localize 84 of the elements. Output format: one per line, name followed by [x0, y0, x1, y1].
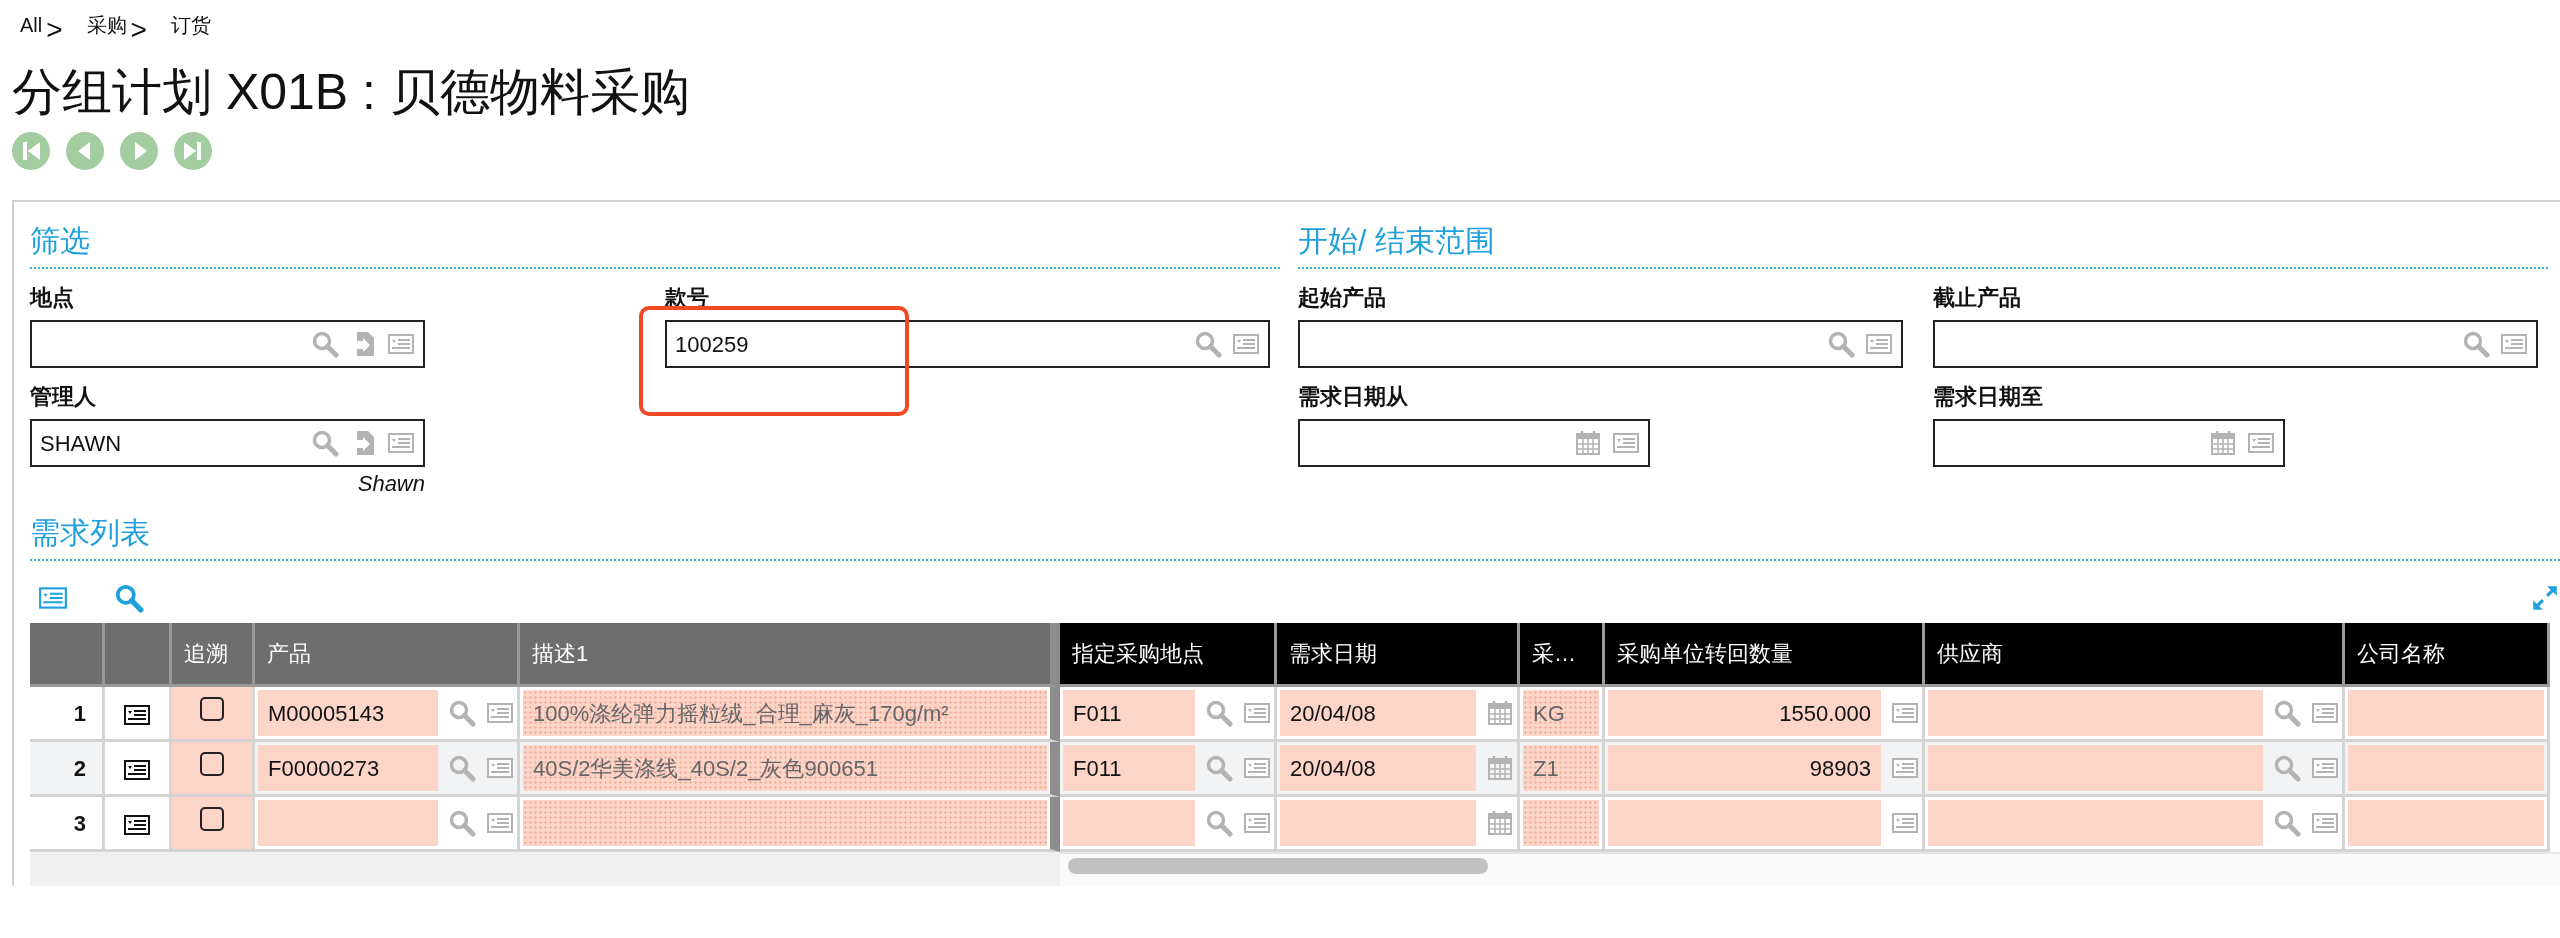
input-field[interactable] — [1933, 320, 2538, 368]
column-header[interactable]: 需求日期 — [1277, 623, 1520, 687]
column-header[interactable]: 描述1 — [520, 623, 1060, 687]
column-header[interactable]: 指定采购地点 — [1060, 623, 1277, 687]
breadcrumb-link[interactable]: 订货 — [170, 10, 211, 40]
input-field[interactable] — [2348, 745, 2544, 791]
section-heading: 需求列表 — [30, 510, 2560, 561]
page-title: 分组计划 X01B : 贝德物料采购 — [12, 63, 691, 122]
field-label: 需求日期至 — [1933, 383, 2044, 411]
column-header[interactable]: 采购单位转回数量 — [1605, 623, 1925, 687]
readonly-field: KG — [1523, 690, 1599, 736]
readonly-field: 40S/2华美涤线_40S/2_灰色900651 — [523, 745, 1047, 791]
search-icon[interactable] — [311, 429, 339, 457]
column-header[interactable]: 供应商 — [1925, 623, 2345, 687]
search-icon[interactable] — [311, 330, 339, 358]
section-heading: 筛选 — [30, 218, 1280, 269]
column-header[interactable]: 追溯 — [172, 623, 255, 687]
input-field[interactable] — [1933, 419, 2285, 467]
search-icon[interactable] — [448, 699, 476, 727]
input-field[interactable] — [1928, 800, 2263, 846]
search-icon[interactable] — [2273, 754, 2301, 782]
input-field[interactable]: 20/04/08 — [1280, 690, 1476, 736]
search-icon[interactable] — [1205, 699, 1233, 727]
section-heading: 开始/ 结束范围 — [1298, 218, 2548, 269]
input-field[interactable] — [1928, 690, 2263, 736]
calendar-icon[interactable] — [1574, 429, 1602, 457]
calendar-icon[interactable] — [1486, 809, 1514, 837]
input-field[interactable] — [258, 800, 438, 846]
readonly-field: Z1 — [1523, 745, 1599, 791]
input-field[interactable] — [2348, 800, 2544, 846]
input-field[interactable] — [1928, 745, 2263, 791]
search-icon[interactable] — [1827, 330, 1855, 358]
field-label: 需求日期从 — [1298, 383, 1409, 411]
search-icon[interactable] — [2273, 699, 2301, 727]
calendar-icon[interactable] — [1486, 699, 1514, 727]
search-icon[interactable] — [2462, 330, 2490, 358]
input-field[interactable]: F00000273 — [258, 745, 438, 791]
expand-icon[interactable] — [2530, 583, 2560, 613]
input-field[interactable]: F011 — [1063, 690, 1195, 736]
first-record-button[interactable] — [12, 132, 50, 170]
search-icon[interactable] — [114, 583, 144, 613]
search-icon[interactable] — [1205, 754, 1233, 782]
input-field[interactable]: 1550.000 — [1608, 690, 1881, 736]
breadcrumb-separator: > — [46, 20, 63, 40]
field-label: 管理人 — [30, 383, 97, 411]
checkbox[interactable] — [200, 696, 224, 721]
input-field[interactable] — [1298, 320, 1903, 368]
calendar-icon[interactable] — [2209, 429, 2237, 457]
column-header[interactable]: 公司名称 — [2345, 623, 2550, 687]
previous-record-button[interactable] — [66, 132, 104, 170]
next-record-button[interactable] — [120, 132, 158, 170]
scrollbar-thumb[interactable] — [1068, 858, 1488, 874]
input-field[interactable] — [1063, 800, 1195, 846]
input-field[interactable]: 100259 — [665, 320, 1270, 368]
input-field[interactable]: M00005143 — [258, 690, 438, 736]
field-label: 截止产品 — [1933, 284, 2022, 312]
column-header[interactable]: 采… — [1520, 623, 1605, 687]
readonly-field: 100%涤纶弹力摇粒绒_合理_麻灰_170g/m² — [523, 690, 1047, 736]
field-note: Shawn — [356, 470, 425, 498]
search-icon[interactable] — [448, 754, 476, 782]
checkbox[interactable] — [200, 806, 224, 831]
input-field[interactable] — [30, 320, 425, 368]
field-label: 起始产品 — [1298, 284, 1387, 312]
search-icon[interactable] — [2273, 809, 2301, 837]
column-header[interactable]: 产品 — [255, 623, 520, 687]
breadcrumb-link[interactable]: All — [20, 10, 43, 40]
input-field[interactable] — [1280, 800, 1476, 846]
checkbox[interactable] — [200, 751, 224, 776]
search-icon[interactable] — [448, 809, 476, 837]
input-field[interactable]: SHAWN — [30, 419, 425, 467]
search-icon[interactable] — [1194, 330, 1222, 358]
row-number: 2 — [30, 742, 105, 797]
field-label: 地点 — [30, 284, 75, 312]
input-field[interactable]: 98903 — [1608, 745, 1881, 791]
input-field[interactable] — [2348, 690, 2544, 736]
input-field[interactable]: 20/04/08 — [1280, 745, 1476, 791]
input-field[interactable] — [1298, 419, 1650, 467]
search-icon[interactable] — [1205, 809, 1233, 837]
input-field[interactable]: F011 — [1063, 745, 1195, 791]
last-record-button[interactable] — [174, 132, 212, 170]
calendar-icon[interactable] — [1486, 754, 1514, 782]
breadcrumb-link[interactable]: 采购 — [86, 10, 127, 40]
input-field[interactable] — [1608, 800, 1881, 846]
breadcrumb-separator: > — [130, 20, 147, 40]
